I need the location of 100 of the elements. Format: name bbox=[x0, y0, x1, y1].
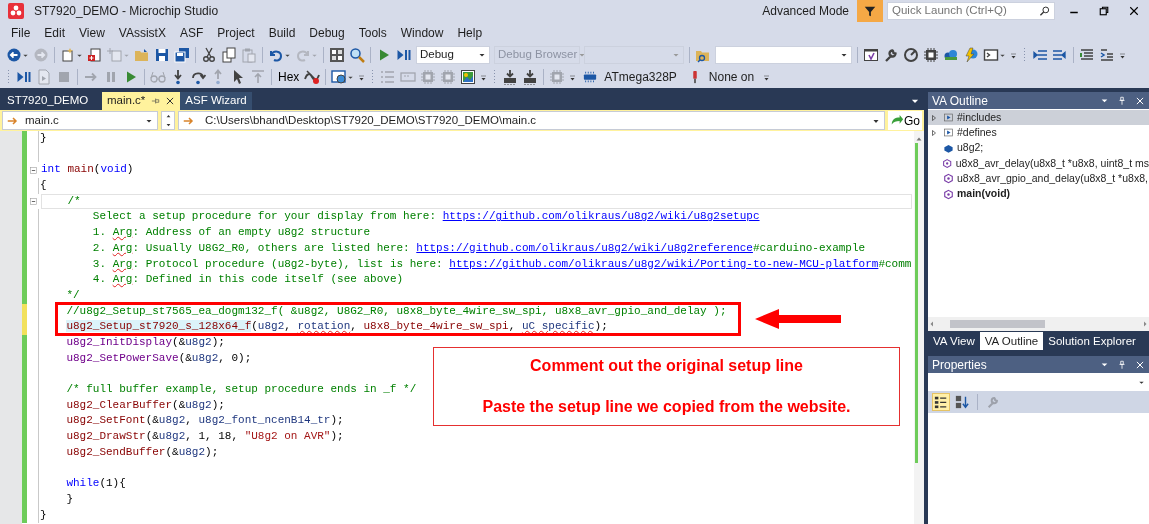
outline-item[interactable]: #defines bbox=[957, 125, 997, 141]
back-icon bbox=[6, 47, 22, 63]
pin-icon[interactable] bbox=[1117, 95, 1127, 106]
menu-item[interactable]: VAssistX bbox=[111, 22, 173, 44]
paste-icon bbox=[241, 47, 257, 63]
vertical-scrollbar[interactable] bbox=[914, 131, 924, 524]
menu-item[interactable]: View bbox=[72, 22, 112, 44]
outline-item[interactable]: u8g2; bbox=[957, 140, 984, 157]
dropdown-arrow-icon[interactable] bbox=[1100, 360, 1109, 369]
code-line: { bbox=[40, 178, 47, 194]
funnel-icon bbox=[863, 4, 877, 18]
menu-item[interactable]: Window bbox=[393, 22, 451, 44]
chip-icon bbox=[923, 47, 939, 63]
stop-icon bbox=[56, 69, 72, 85]
toolbar-grip[interactable] bbox=[7, 69, 11, 85]
menu-item[interactable]: ASF bbox=[172, 22, 211, 44]
window-title: ST7920_DEMO - Microchip Studio bbox=[34, 3, 219, 20]
copy-button[interactable] bbox=[219, 45, 239, 65]
menu-item[interactable]: Debug bbox=[302, 22, 352, 44]
path-dropdown[interactable]: C:\Users\bhand\Desktop\ST7920_DEMO\ST7920_DEMO\main.c bbox=[178, 111, 885, 130]
close-icon[interactable] bbox=[165, 96, 176, 106]
code-link[interactable]: https://github.com/olikraus/u8g2/wiki/u8g2setupc bbox=[442, 210, 760, 223]
menu-item[interactable]: Help bbox=[450, 22, 490, 44]
scroll-up-icon[interactable] bbox=[915, 135, 923, 143]
device-label[interactable]: ATmega328P bbox=[601, 68, 680, 86]
arrow-icon bbox=[183, 114, 195, 127]
panel-title: VA Outline bbox=[932, 92, 989, 110]
dropdown[interactable]: Debug bbox=[416, 46, 490, 64]
menu-item[interactable]: Edit bbox=[37, 22, 73, 44]
sort-icon bbox=[955, 395, 969, 409]
search-icon bbox=[1038, 5, 1050, 17]
code-line: u8g2_SendBuffer(&u8g2); bbox=[65, 444, 219, 460]
code-line: /* full buffer example, setup procedure ends in _f */ bbox=[65, 382, 417, 397]
new-project-icon bbox=[60, 47, 76, 63]
list-icon bbox=[380, 69, 397, 85]
code-link[interactable]: https://github.com/olikraus/u8g2/wiki/Porting-to-new-MCU-platform bbox=[449, 257, 879, 270]
menu-item[interactable]: Tools bbox=[351, 22, 394, 44]
code-line: while(1){ bbox=[65, 476, 126, 492]
scope-text: main.c bbox=[25, 112, 60, 128]
dropdown-arrow-icon[interactable] bbox=[1100, 96, 1109, 105]
scroll-left-icon[interactable] bbox=[928, 320, 936, 328]
outline-item[interactable]: u8x8_avr_delay(u8x8_t *u8x8, uint8_t ms bbox=[955, 155, 1149, 172]
breakpoint-off-button[interactable] bbox=[302, 67, 323, 87]
outline-item[interactable]: main(void) bbox=[957, 186, 1011, 202]
categorized-button[interactable] bbox=[932, 393, 950, 411]
up-arrow-icon bbox=[164, 113, 172, 120]
document-tab[interactable]: ASF Wizard bbox=[180, 92, 252, 110]
categorized-icon bbox=[934, 395, 948, 409]
expander-icon[interactable] bbox=[930, 113, 938, 122]
collapse-icon[interactable] bbox=[28, 197, 38, 207]
go-button[interactable]: Go bbox=[888, 111, 922, 130]
memory-icon bbox=[400, 69, 417, 85]
save-all-button[interactable] bbox=[172, 45, 192, 65]
document-tab[interactable]: ST7920_DEMO bbox=[2, 92, 102, 110]
down-arrow-icon bbox=[164, 121, 172, 128]
spin-button[interactable] bbox=[161, 111, 175, 130]
code-line: */ bbox=[65, 287, 80, 303]
outline-item[interactable]: u8x8_avr_gpio_and_delay(u8x8_t *u8x8, bbox=[957, 170, 1148, 187]
quick-launch-field[interactable]: Quick Launch (Ctrl+Q) bbox=[887, 2, 1055, 20]
sort-button[interactable] bbox=[953, 393, 971, 411]
hex-toggle[interactable]: Hex bbox=[275, 67, 303, 87]
pin-icon[interactable] bbox=[1117, 359, 1127, 370]
cut-icon bbox=[201, 47, 217, 63]
search-button[interactable] bbox=[347, 45, 367, 65]
panel-tab[interactable]: VA View bbox=[928, 332, 980, 350]
chip-button[interactable] bbox=[921, 45, 941, 65]
chip-icon bbox=[420, 69, 437, 85]
scroll-right-icon[interactable] bbox=[1141, 320, 1149, 328]
code-line: 1. Arg: Address of an empty u8g2 structure bbox=[91, 225, 371, 241]
window-icon bbox=[863, 47, 879, 63]
toolbar-grip[interactable] bbox=[1023, 47, 1027, 63]
run-to-icon bbox=[250, 69, 266, 85]
code-line: /* bbox=[41, 193, 912, 210]
gauge-button[interactable] bbox=[901, 45, 921, 65]
expander-icon[interactable] bbox=[930, 128, 938, 137]
restore-icon[interactable] bbox=[1098, 5, 1110, 17]
panel-tab[interactable]: Solution Explorer bbox=[1043, 332, 1141, 350]
document-tab[interactable]: main.c* bbox=[102, 92, 181, 110]
horizontal-scrollbar[interactable] bbox=[928, 317, 1149, 331]
code-line: } bbox=[65, 491, 73, 507]
code-link[interactable]: https://github.com/olikraus/u8g2/wiki/u8g2reference bbox=[416, 241, 753, 254]
uncomment-icon bbox=[1099, 47, 1115, 63]
save-all-icon bbox=[174, 47, 190, 63]
panel-tab[interactable]: VA Outline bbox=[979, 332, 1044, 350]
device-label[interactable]: None on bbox=[705, 68, 758, 86]
menu-item[interactable]: File bbox=[4, 22, 38, 44]
close-icon[interactable] bbox=[1128, 5, 1140, 17]
callout-text: Paste the setup line we copied from the website. bbox=[482, 396, 851, 417]
collapse-icon[interactable] bbox=[28, 165, 38, 175]
code-line: u8g2_DrawStr(&u8g2, 1, 18, "U8g2 on AVR"); bbox=[65, 429, 344, 445]
filter-button[interactable] bbox=[857, 0, 883, 22]
pin-icon[interactable] bbox=[150, 96, 161, 106]
chip-icon bbox=[549, 69, 566, 85]
cube-outline-icon bbox=[942, 158, 953, 170]
add-item-icon bbox=[107, 47, 123, 63]
menu-item[interactable]: Project bbox=[210, 22, 262, 44]
scope-dropdown[interactable]: main.c bbox=[2, 111, 158, 130]
mode-label: Advanced Mode bbox=[762, 3, 849, 20]
menu-item[interactable]: Build bbox=[261, 22, 303, 44]
scroll-thumb[interactable] bbox=[950, 320, 1045, 328]
